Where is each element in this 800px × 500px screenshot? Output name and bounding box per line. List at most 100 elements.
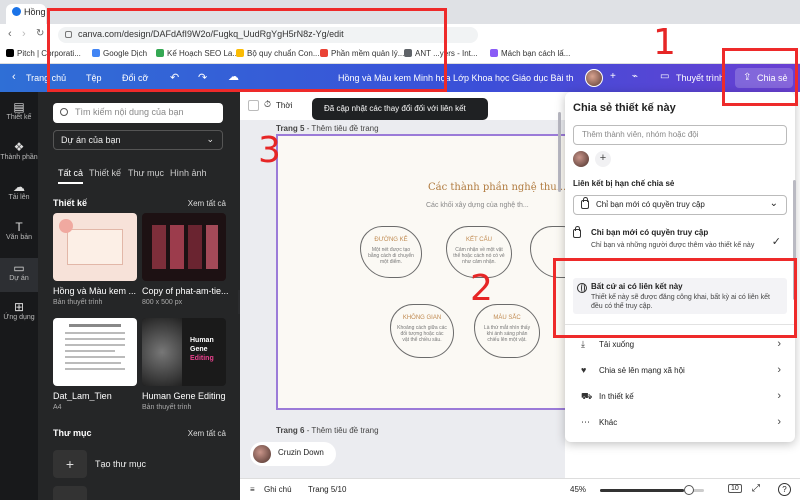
rail-item-elements[interactable]: ❖ Thành phần <box>0 140 38 161</box>
zoom-slider[interactable] <box>600 485 704 495</box>
thumb-text: Editing <box>190 355 214 362</box>
annotation-number-1: 1 <box>653 22 676 63</box>
page-5-label[interactable]: Trang 5 - Thêm tiêu đề trang <box>276 124 379 133</box>
option-restricted[interactable]: Chỉ bạn mới có quyền truy cập Chỉ bạn và… <box>573 225 787 259</box>
tab-designs[interactable]: Thiết kế <box>89 168 121 178</box>
panel-tabs: Tất cả Thiết kế Thư mục Hình ảnh <box>53 168 228 186</box>
heart-icon: ♥ <box>581 365 587 375</box>
more-action[interactable]: ⋯ Khác › <box>581 416 781 430</box>
designs-heading: Thiết kế <box>53 198 88 208</box>
cloud-upload-icon: ☁ <box>13 180 25 194</box>
check-icon: ✓ <box>771 236 781 248</box>
design-name[interactable]: Human Gene Editing <box>142 391 228 401</box>
canvas-area: ⏱ Thời Đã cập nhật các thay đổi đối với … <box>240 92 565 500</box>
lock-icon <box>581 197 589 209</box>
slide-subtitle[interactable]: Các khối xây dựng của nghệ th... <box>426 202 529 209</box>
chevron-down-icon: ⌄ <box>769 198 778 209</box>
thumb-text: Gene <box>190 346 208 353</box>
tab-folders[interactable]: Thư mục <box>128 168 164 178</box>
color-swatch[interactable] <box>248 100 259 111</box>
project-select[interactable]: Dự án của bạn ⌄ <box>53 130 223 150</box>
annotation-number-2: 2 <box>470 268 493 309</box>
design-name[interactable]: Copy of phat-am-tie... <box>142 286 228 296</box>
design-type: Bản thuyết trình <box>142 404 192 411</box>
design-thumbnail[interactable] <box>53 318 137 386</box>
design-type: Bản thuyết trình <box>53 299 103 306</box>
page-6-label[interactable]: Trang 6 - Thêm tiêu đề trang <box>276 426 379 435</box>
add-person-icon[interactable]: + <box>595 151 611 167</box>
link-access-select[interactable]: Chỉ bạn mới có quyền truy cập ⌄ <box>573 195 787 215</box>
zoom-value: 45% <box>570 485 587 494</box>
forward-arrow-icon[interactable]: › <box>22 28 26 40</box>
share-social-action[interactable]: ♥ Chia sẻ lên mạng xã hội › <box>581 364 781 378</box>
canvas-scrollbar[interactable] <box>558 112 561 192</box>
link-access-label: Liên kết bị hạn chế chia sẻ <box>573 179 675 188</box>
slide-page-5[interactable]: Các thành phần nghệ thu... Các khối xây … <box>276 134 565 410</box>
back-arrow-icon[interactable]: ‹ <box>8 28 12 40</box>
present-button[interactable]: Thuyết trình <box>676 73 724 83</box>
collaborator-avatar <box>253 445 271 463</box>
design-thumbnail[interactable] <box>53 213 137 281</box>
slide-blob-color[interactable]: MÀU SẮC Là thứ mắt nhìn thấy khi ánh sán… <box>474 304 540 358</box>
rail-item-projects[interactable]: ▭ Dự án <box>0 258 38 292</box>
bookmark-item[interactable]: Mách bạn cách lấ... <box>490 49 570 58</box>
download-action[interactable]: ⤓ Tải xuống › <box>581 338 781 352</box>
annotation-box-anyone <box>553 258 797 338</box>
apps-icon: ⊞ <box>13 300 25 314</box>
folders-see-all-link[interactable]: Xem tất cả <box>188 429 226 438</box>
bookmark-favicon-icon <box>6 49 14 57</box>
folders-heading: Thư mục <box>53 428 92 438</box>
thumb-text: Human <box>190 337 214 344</box>
owner-avatar <box>573 151 589 167</box>
timer-button[interactable]: Thời <box>276 101 292 110</box>
page-counter[interactable]: Trang 5/10 <box>308 485 346 494</box>
rail-item-apps[interactable]: ⊞ Ứng dụng <box>0 300 38 321</box>
create-folder-plus-icon[interactable]: + <box>53 450 87 478</box>
print-action[interactable]: ⛟ In thiết kế › <box>581 390 781 404</box>
design-thumbnail[interactable]: Human Gene Editing <box>142 318 226 386</box>
timer-icon[interactable]: ⏱ <box>264 99 271 110</box>
share-popover-title: Chia sẻ thiết kế này <box>573 102 676 114</box>
slide-blob-space[interactable]: KHÔNG GIAN Khoảng cách giữa các đối tượn… <box>390 304 454 358</box>
annotation-number-3: 3 <box>258 130 281 171</box>
notes-icon[interactable]: ≡ <box>250 485 255 494</box>
reload-icon[interactable]: ↻ <box>36 28 44 39</box>
notes-button[interactable]: Ghi chú <box>264 485 292 494</box>
design-thumbnail[interactable] <box>142 213 226 281</box>
link-access-value: Chỉ bạn mới có quyền truy cập <box>596 200 705 209</box>
designs-see-all-link[interactable]: Xem tất cả <box>188 199 226 208</box>
design-name[interactable]: Dat_Lam_Tien <box>53 391 139 401</box>
collaborator-name: Cruzin Down <box>278 448 324 457</box>
slide-blob-line[interactable]: ĐƯỜNG KẺ Một nét được tạo bằng cách di c… <box>360 226 422 278</box>
back-chevron-icon[interactable]: ‹ <box>12 71 16 83</box>
design-size: 800 x 500 px <box>142 299 183 306</box>
slide-title[interactable]: Các thành phần nghệ thu... <box>428 182 565 193</box>
pages-grid-button[interactable]: 10 <box>728 484 742 493</box>
presence-chip[interactable]: Cruzin Down <box>250 442 336 466</box>
chevron-right-icon: › <box>777 338 781 350</box>
zoom-slider-knob[interactable] <box>684 485 694 495</box>
add-people-input[interactable]: Thêm thành viên, nhóm hoặc đội <box>573 125 787 145</box>
zoom-slider-fill <box>600 489 684 492</box>
project-select-value: Dự án của bạn <box>61 135 121 145</box>
add-collaborator-icon[interactable]: + <box>610 71 616 82</box>
rail-item-design[interactable]: ▤ Thiết kế <box>0 100 38 121</box>
create-folder-button[interactable]: Tạo thư mục <box>95 459 146 469</box>
search-input[interactable]: Tìm kiếm nội dung của bạn <box>53 103 223 123</box>
tab-images[interactable]: Hình ảnh <box>170 168 207 178</box>
analytics-icon[interactable]: ⌁ <box>632 71 638 82</box>
annotation-box-url <box>47 8 447 92</box>
projects-panel: Tìm kiếm nội dung của bạn Dự án của bạn … <box>38 92 240 500</box>
user-avatar[interactable] <box>585 69 603 87</box>
folder-item[interactable] <box>53 486 87 500</box>
fullscreen-icon[interactable]: ⤢ <box>752 483 760 494</box>
bottom-bar: ≡ Ghi chú Trang 5/10 45% 10 ⤢ ? <box>240 478 800 500</box>
design-name[interactable]: Hồng và Màu kem ... <box>53 286 139 296</box>
rail-item-uploads[interactable]: ☁ Tải lên <box>0 180 38 201</box>
help-button[interactable]: ? <box>778 483 791 496</box>
rail-item-text[interactable]: T Văn bản <box>0 220 38 241</box>
present-icon: ▭ <box>660 71 670 82</box>
folder-icon: ▭ <box>13 261 25 275</box>
tab-all[interactable]: Tất cả <box>58 168 84 184</box>
browser-tab[interactable]: Hồng v <box>6 4 46 24</box>
